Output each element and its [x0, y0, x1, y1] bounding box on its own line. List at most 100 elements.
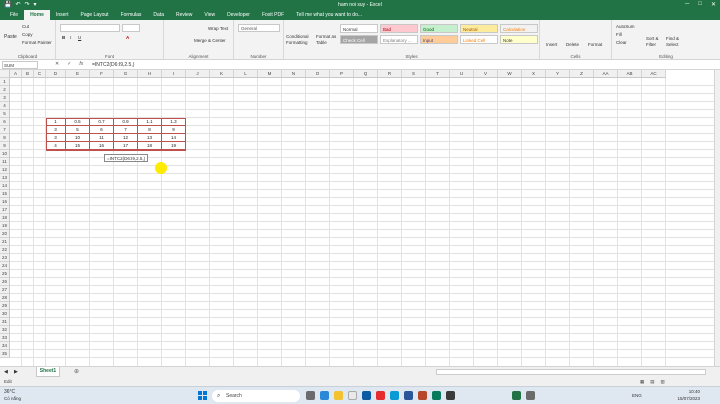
row-header-4[interactable]: 4 [0, 102, 10, 110]
fx-icon[interactable]: fx [79, 61, 83, 67]
column-header-e[interactable]: E [66, 70, 90, 78]
row-header-33[interactable]: 33 [0, 334, 10, 342]
clock-time[interactable]: 10:40 [666, 389, 700, 394]
column-header-r[interactable]: R [378, 70, 402, 78]
row-header-28[interactable]: 28 [0, 294, 10, 302]
column-header-p[interactable]: P [330, 70, 354, 78]
table-cell[interactable]: 8 [138, 126, 162, 134]
edge-icon[interactable] [362, 391, 371, 400]
tab-foxit-pdf[interactable]: Foxit PDF [256, 10, 290, 20]
column-header-a[interactable]: A [10, 70, 22, 78]
table-cell[interactable]: 10 [66, 134, 90, 142]
tab-page-layout[interactable]: Page Layout [74, 10, 114, 20]
cancel-icon[interactable]: ✕ [55, 61, 59, 67]
formula-input[interactable]: =INTC2(D6:I9,2.5,) [92, 62, 134, 68]
table-cell[interactable]: 1.1 [138, 118, 162, 126]
app-icon-gray[interactable] [526, 391, 535, 400]
column-header-c[interactable]: C [34, 70, 46, 78]
row-header-10[interactable]: 10 [0, 150, 10, 158]
row-header-14[interactable]: 14 [0, 182, 10, 190]
column-header-h[interactable]: H [138, 70, 162, 78]
row-header-29[interactable]: 29 [0, 302, 10, 310]
column-header-w[interactable]: W [498, 70, 522, 78]
column-header-l[interactable]: L [234, 70, 258, 78]
app-icon-green[interactable] [432, 391, 441, 400]
find-select-button[interactable]: Find & Select [666, 36, 684, 48]
tab-developer[interactable]: Developer [221, 10, 256, 20]
enter-icon[interactable]: ✓ [67, 61, 71, 67]
column-header-g[interactable]: G [114, 70, 138, 78]
row-header-16[interactable]: 16 [0, 198, 10, 206]
taskbar-search[interactable]: ⌕ Search [212, 390, 300, 402]
table-cell[interactable]: 3 [46, 126, 66, 134]
row-header-15[interactable]: 15 [0, 190, 10, 198]
copy-button[interactable]: Copy [22, 32, 33, 37]
column-header-d[interactable]: D [46, 70, 66, 78]
row-header-20[interactable]: 20 [0, 230, 10, 238]
cell-style-neutral[interactable]: Neutral [460, 24, 498, 33]
cell-style-good[interactable]: Good [420, 24, 458, 33]
font-size-box[interactable] [122, 24, 140, 32]
column-header-k[interactable]: K [210, 70, 234, 78]
start-icon[interactable] [198, 391, 207, 400]
bold-icon[interactable]: B [62, 35, 65, 40]
maximize-button[interactable]: □ [698, 1, 702, 8]
table-cell[interactable]: 14 [162, 134, 186, 142]
row-header-8[interactable]: 8 [0, 134, 10, 142]
row-header-24[interactable]: 24 [0, 262, 10, 270]
page-layout-view-icon[interactable]: ▤ [650, 379, 654, 385]
column-header-n[interactable]: N [282, 70, 306, 78]
select-all-corner[interactable] [0, 70, 10, 78]
name-box[interactable]: SUM [2, 61, 38, 69]
tab-home[interactable]: Home [24, 10, 50, 20]
font-name-box[interactable] [60, 24, 120, 32]
cell-style-linked-cell[interactable]: Linked Cell [460, 35, 498, 44]
column-header-t[interactable]: T [426, 70, 450, 78]
column-header-aa[interactable]: AA [594, 70, 618, 78]
row-header-19[interactable]: 19 [0, 222, 10, 230]
column-header-o[interactable]: O [306, 70, 330, 78]
row-header-11[interactable]: 11 [0, 158, 10, 166]
column-header-s[interactable]: S [402, 70, 426, 78]
table-cell[interactable]: 9 [162, 126, 186, 134]
table-cell[interactable]: 5 [66, 126, 90, 134]
row-header-35[interactable]: 35 [0, 350, 10, 358]
sheet-nav-right-icon[interactable]: ▶ [14, 369, 18, 375]
add-sheet-button[interactable]: ⊕ [74, 368, 79, 375]
table-cell[interactable]: 0.5 [66, 118, 90, 126]
row-header-17[interactable]: 17 [0, 206, 10, 214]
table-cell[interactable]: 1 [46, 118, 66, 126]
close-button[interactable]: ✕ [711, 1, 716, 8]
table-cell[interactable]: 0.7 [90, 118, 114, 126]
table-cell[interactable]: 7 [114, 126, 138, 134]
underline-icon[interactable]: U [78, 35, 81, 40]
app-icon-red[interactable] [376, 391, 385, 400]
column-header-ac[interactable]: AC [642, 70, 666, 78]
table-cell[interactable]: 11 [90, 134, 114, 142]
table-cell[interactable]: 12 [114, 134, 138, 142]
row-header-3[interactable]: 3 [0, 94, 10, 102]
row-header-23[interactable]: 23 [0, 254, 10, 262]
column-header-j[interactable]: J [186, 70, 210, 78]
row-header-21[interactable]: 21 [0, 238, 10, 246]
row-header-7[interactable]: 7 [0, 126, 10, 134]
cell-style-bad[interactable]: Bad [380, 24, 418, 33]
column-header-m[interactable]: M [258, 70, 282, 78]
sheet-tab-sheet1[interactable]: Sheet1 [36, 367, 60, 377]
weather-temp[interactable]: 36°C [4, 389, 15, 395]
wrap-text-button[interactable]: Wrap Text [208, 26, 228, 31]
word-icon[interactable] [404, 391, 413, 400]
column-header-z[interactable]: Z [570, 70, 594, 78]
merge-center-button[interactable]: Merge & Center [194, 38, 226, 43]
chrome-icon[interactable] [348, 391, 357, 400]
row-header-27[interactable]: 27 [0, 286, 10, 294]
row-header-2[interactable]: 2 [0, 86, 10, 94]
table-cell[interactable]: 6 [90, 126, 114, 134]
format-painter-button[interactable]: Format Painter [22, 40, 52, 45]
tab-view[interactable]: View [198, 10, 221, 20]
sheet-nav-left-icon[interactable]: ◀ [4, 369, 8, 375]
row-header-6[interactable]: 6 [0, 118, 10, 126]
row-header-18[interactable]: 18 [0, 214, 10, 222]
format-cells-button[interactable]: Format [588, 42, 602, 47]
cell-style-check-cell[interactable]: Check Cell [340, 35, 378, 44]
